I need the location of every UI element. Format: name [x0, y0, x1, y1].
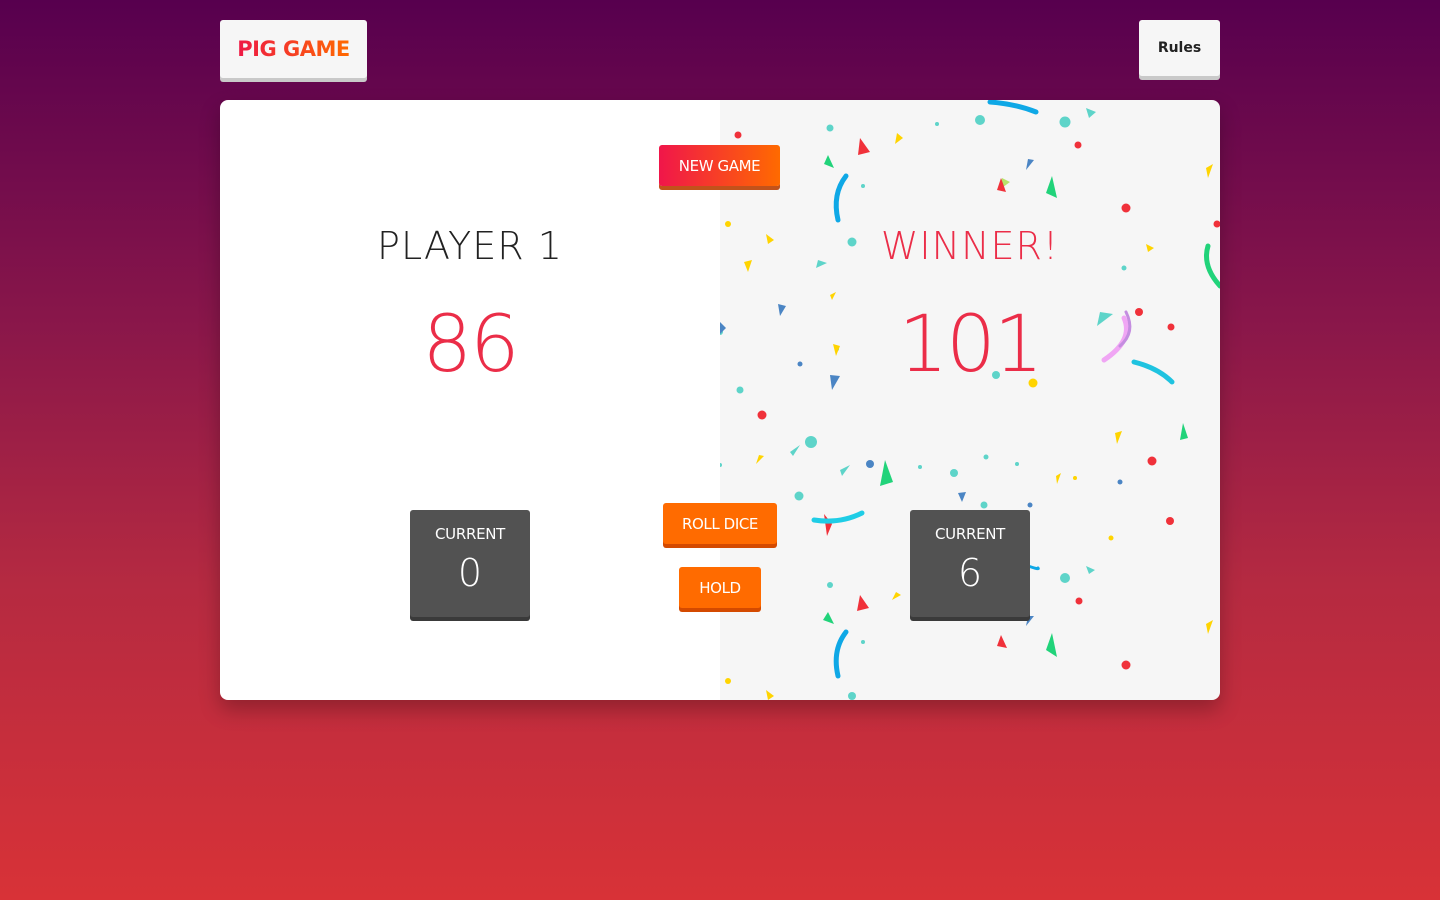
player-1-current-value: 0: [457, 551, 483, 595]
rules-button[interactable]: Rules: [1139, 20, 1220, 76]
player-2-score: 101: [898, 300, 1044, 390]
player-2-panel: WINNER! 101 CURRENT 6: [720, 100, 1220, 700]
logo-button[interactable]: PIG GAME: [220, 20, 367, 78]
player-2-current-value: 6: [957, 551, 983, 595]
player-2-name: WINNER!: [880, 224, 1060, 268]
hold-button[interactable]: HOLD: [679, 567, 761, 608]
game-board: PLAYER 1 86 CURRENT 0 WINNER! 101 CURREN…: [220, 100, 1220, 700]
player-1-name: PLAYER 1: [377, 224, 563, 268]
player-1-score: 86: [422, 300, 519, 390]
player-2-current-box: CURRENT 6: [910, 510, 1030, 617]
new-game-button[interactable]: NEW GAME: [659, 145, 780, 186]
player-1-current-label: CURRENT: [434, 525, 506, 543]
player-2-current-label: CURRENT: [934, 525, 1006, 543]
logo-label: PIG GAME: [237, 37, 350, 61]
player-1-panel: PLAYER 1 86 CURRENT 0: [220, 100, 720, 700]
player-1-current-box: CURRENT 0: [410, 510, 530, 617]
roll-dice-button[interactable]: ROLL DICE: [663, 503, 777, 544]
